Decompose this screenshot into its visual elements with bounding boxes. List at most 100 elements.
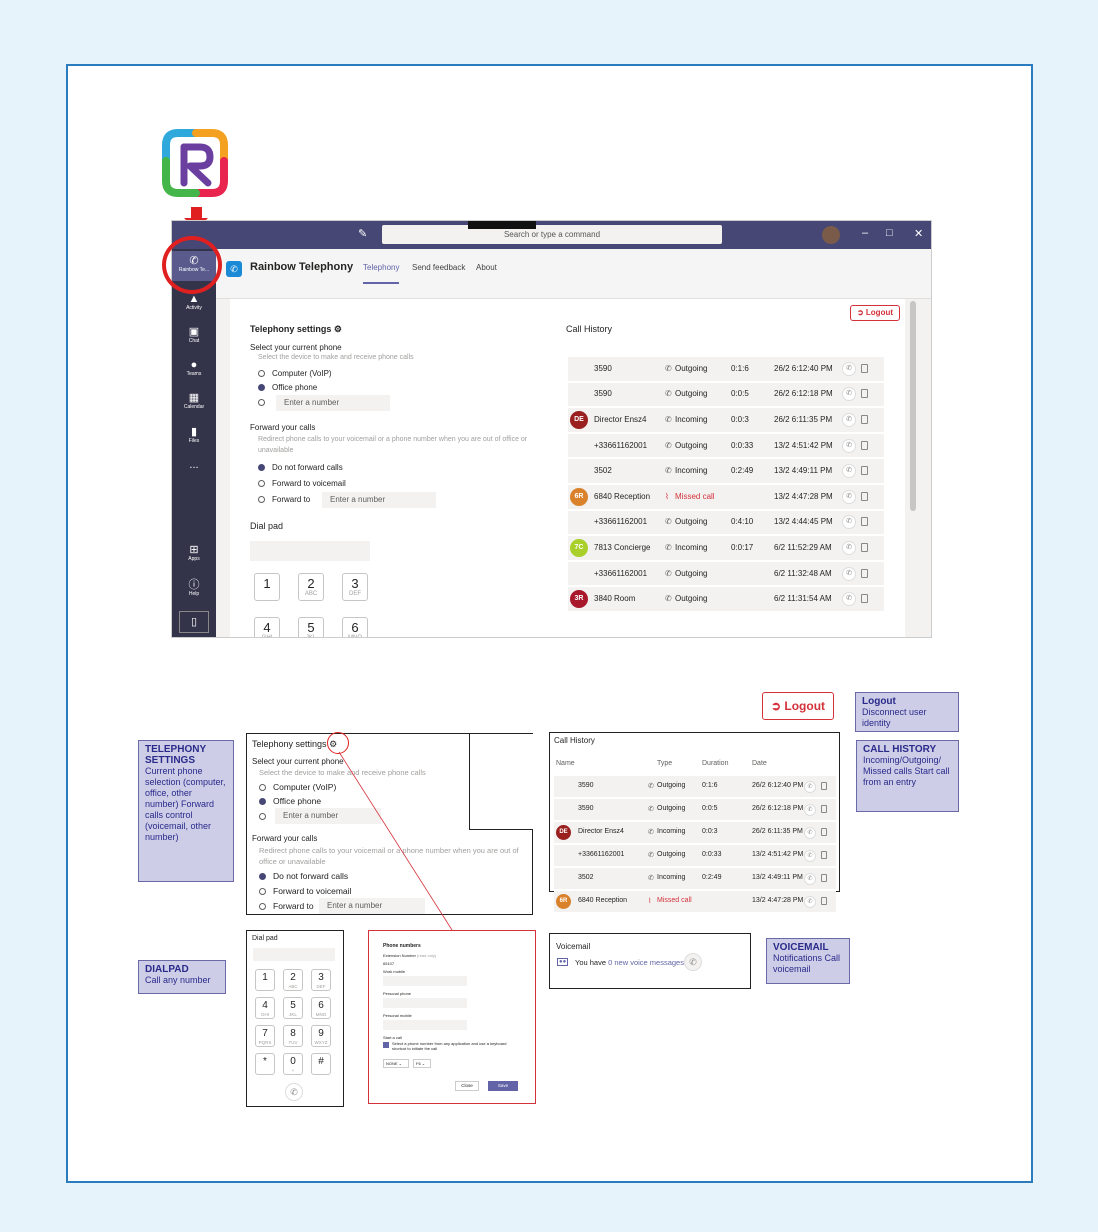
dialpad-key[interactable]: 0 + [283, 1053, 303, 1075]
radio[interactable] [258, 399, 265, 407]
dialpad-key[interactable]: * [255, 1053, 275, 1075]
call-back-button[interactable]: ✆ [804, 780, 816, 793]
call-back-button[interactable]: ✆ [842, 438, 856, 453]
rail-item-help[interactable]: ⓘ Help [172, 579, 216, 597]
logout-button-large[interactable]: ➲ Logout [762, 692, 834, 720]
gear-icon[interactable]: ⚙ [334, 324, 342, 334]
delete-icon[interactable] [821, 874, 827, 882]
rail-item-more[interactable]: ... [172, 459, 216, 471]
dialpad-key[interactable]: 6 MNO [342, 617, 368, 637]
dialpad-key[interactable]: 3 DEF [342, 573, 368, 601]
table-row[interactable]: +33661162001 ✆ Outgoing 0:4:10 13/2 4:44:45 … [568, 510, 884, 535]
call-back-button[interactable]: ✆ [842, 566, 856, 581]
table-row[interactable]: 3502 ✆ Incoming 0:2:49 13/2 4:49:11 PM ✆ [568, 459, 884, 483]
radio-selected[interactable] [258, 464, 265, 472]
compose-icon[interactable]: ✎ [358, 227, 367, 240]
call-back-button[interactable]: ✆ [842, 387, 856, 402]
call-back-button[interactable]: ✆ [804, 895, 816, 908]
option-other-number[interactable] [258, 398, 265, 407]
call-back-button[interactable]: ✆ [804, 803, 816, 816]
radio[interactable] [258, 480, 265, 488]
dialpad-key[interactable]: 4 GHI [255, 997, 275, 1019]
table-row[interactable]: 3590 ✆ Outgoing 0:1:6 26/2 6:12:40 PM ✆ [554, 776, 836, 797]
rail-item-chat[interactable]: ▣ Chat [172, 326, 216, 344]
shortcut-select-2[interactable]: F6 ⌄ [413, 1059, 431, 1068]
call-back-button[interactable]: ✆ [842, 489, 856, 504]
dialpad-key[interactable]: 7 PQRS [255, 1025, 275, 1047]
option-office-phone[interactable]: Office phone [258, 383, 317, 392]
call-back-button[interactable]: ✆ [804, 872, 816, 885]
delete-icon[interactable] [821, 805, 827, 813]
shortcut-select-1[interactable]: NONE ⌄ [383, 1059, 409, 1068]
dialpad-key[interactable]: 9 WXYZ [311, 1025, 331, 1047]
radio[interactable] [258, 496, 265, 504]
delete-icon[interactable] [861, 363, 868, 373]
radio[interactable] [258, 370, 265, 378]
table-row[interactable]: +33661162001 ✆ Outgoing 6/2 11:32:48 AM ✆ [568, 561, 884, 586]
forward-number[interactable]: Forward to [258, 495, 310, 504]
dialpad-key[interactable]: 1 [255, 969, 275, 991]
call-button[interactable]: ✆ [285, 1083, 303, 1101]
dialpad-key[interactable]: 2 ABC [283, 969, 303, 991]
dialpad-key[interactable]: 5 JKL [298, 617, 324, 637]
rail-item-apps[interactable]: ⊞ Apps [172, 544, 216, 562]
delete-icon[interactable] [821, 782, 827, 790]
radio-selected[interactable] [258, 384, 265, 392]
delete-icon[interactable] [861, 517, 868, 527]
call-back-button[interactable]: ✆ [804, 849, 816, 862]
delete-icon[interactable] [861, 466, 868, 476]
tab-telephony[interactable]: Telephony [363, 263, 400, 284]
rail-item-files[interactable]: ▮ Files [172, 426, 216, 444]
table-row[interactable]: DE Director Ensz4 ✆ Incoming 0:0:3 26/2 6:11:… [554, 822, 836, 843]
delete-icon[interactable] [861, 568, 868, 578]
rail-item-calendar[interactable]: ▦ Calendar [172, 392, 216, 410]
call-back-button[interactable]: ✆ [842, 592, 856, 607]
table-row[interactable]: 7C 7813 Concierge ✆ Incoming 0:0:17 6/2 11:52… [568, 536, 884, 560]
table-row[interactable]: 6R 6840 Reception ⌇ Missed call 13/2 4:47:28… [568, 485, 884, 509]
save-button[interactable]: Save [488, 1081, 518, 1091]
table-row[interactable]: 3502 ✆ Incoming 0:2:49 13/2 4:49:11 PM ✆ [554, 868, 836, 889]
start-call-checkbox[interactable] [383, 1042, 389, 1048]
option-other-number[interactable] [259, 811, 266, 821]
call-back-button[interactable]: ✆ [804, 826, 816, 839]
delete-icon[interactable] [861, 594, 868, 604]
table-row[interactable]: +33661162001 ✆ Outgoing 0:0:33 13/2 4:51:42 … [568, 433, 884, 458]
dialpad-input[interactable] [253, 948, 335, 961]
table-row[interactable]: 6R 6840 Reception ⌇ Missed call 13/2 4:47:28… [554, 891, 836, 912]
dialpad-key[interactable]: 6 MNO [311, 997, 331, 1019]
dialpad-key[interactable]: 4 GHI [254, 617, 280, 637]
work-mobile-input[interactable] [383, 976, 467, 986]
dialpad-key[interactable]: 5 JKL [283, 997, 303, 1019]
rail-item-activity[interactable]: ▲ Activity [172, 293, 216, 311]
logout-button[interactable]: ➲ Logout [850, 305, 900, 321]
forward-number-input[interactable]: Enter a number [322, 492, 436, 508]
call-back-button[interactable]: ✆ [842, 464, 856, 479]
table-row[interactable]: DE Director Ensz4 ✆ Incoming 0:0:3 26/2 6:11:… [568, 408, 884, 432]
option-voip[interactable]: Computer (VoIP) [258, 369, 332, 378]
delete-icon[interactable] [821, 851, 827, 859]
dialpad-key[interactable]: 8 TUV [283, 1025, 303, 1047]
restore-icon[interactable]: □ [886, 227, 893, 239]
forward-voicemail[interactable]: Forward to voicemail [258, 479, 346, 488]
number-input[interactable]: Enter a number [276, 395, 390, 411]
delete-icon[interactable] [861, 389, 868, 399]
voice-messages-link[interactable]: 0 new voice messages [608, 958, 684, 967]
call-voicemail-button[interactable]: ✆ [684, 953, 702, 971]
dialpad-key[interactable]: 2 ABC [298, 573, 324, 601]
delete-icon[interactable] [821, 828, 827, 836]
tab-send-feedback[interactable]: Send feedback [412, 263, 465, 272]
forward-none[interactable]: Do not forward calls [258, 463, 343, 472]
delete-icon[interactable] [861, 414, 868, 424]
dialpad-input[interactable] [250, 541, 370, 561]
close-icon[interactable]: ✕ [914, 227, 923, 240]
call-back-button[interactable]: ✆ [842, 361, 856, 376]
avatar[interactable] [822, 226, 840, 244]
close-button[interactable]: Close [455, 1081, 479, 1091]
scrollbar[interactable] [910, 301, 916, 511]
delete-icon[interactable] [861, 440, 868, 450]
call-back-button[interactable]: ✆ [842, 515, 856, 530]
delete-icon[interactable] [821, 897, 827, 905]
delete-icon[interactable] [861, 542, 868, 552]
personal-mobile-input[interactable] [383, 1020, 467, 1030]
option-voip[interactable]: Computer (VoIP) [259, 782, 336, 792]
